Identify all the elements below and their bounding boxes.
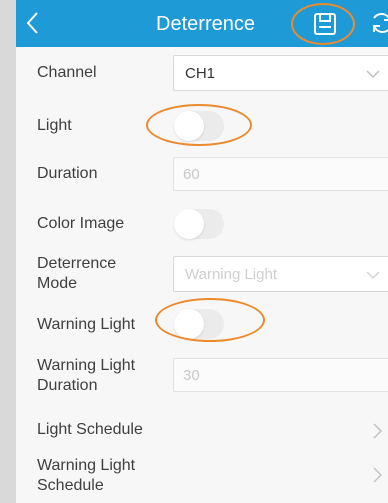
warning-light-schedule-label-line2: Schedule — [37, 477, 104, 494]
color-image-label: Color Image — [37, 215, 125, 232]
warning-light-duration-label-line2: Duration — [37, 377, 98, 394]
light-toggle[interactable] — [174, 111, 224, 141]
warning-light-duration-row: Warning Light Duration 30 — [16, 348, 388, 402]
light-label: Light — [37, 117, 72, 134]
duration-input[interactable]: 60 — [173, 157, 388, 191]
deterrence-mode-label-line2: Mode — [37, 275, 78, 292]
refresh-button[interactable] — [368, 9, 388, 37]
deterrence-mode-row: Deterrence Mode Warning Light — [16, 246, 388, 300]
warning-light-duration-placeholder: 30 — [183, 367, 200, 384]
light-schedule-row[interactable]: Light Schedule — [16, 402, 388, 448]
duration-row: Duration 60 — [16, 150, 388, 200]
chevron-down-icon — [366, 271, 380, 280]
save-button[interactable] — [313, 12, 337, 36]
light-schedule-label: Light Schedule — [37, 421, 143, 438]
color-image-toggle[interactable] — [174, 209, 224, 239]
toggle-knob — [174, 309, 204, 339]
warning-light-duration-label-line1: Warning Light — [37, 357, 136, 374]
deterrence-mode-placeholder: Warning Light — [185, 266, 277, 283]
deterrence-mode-select[interactable]: Warning Light — [173, 256, 388, 292]
phone-screen: Deterrence Channel CH1 Light Duration 60… — [16, 0, 388, 503]
app-header: Deterrence — [16, 0, 388, 47]
light-row: Light — [16, 102, 388, 150]
save-icon — [314, 13, 336, 35]
color-image-row: Color Image — [16, 200, 388, 246]
refresh-icon — [373, 13, 388, 33]
warning-light-duration-label: Warning Light Duration — [37, 356, 135, 396]
deterrence-mode-label-line1: Deterrence — [37, 255, 117, 272]
warning-light-toggle[interactable] — [174, 309, 224, 339]
duration-label: Duration — [37, 165, 98, 182]
warning-light-row: Warning Light — [16, 300, 388, 348]
deterrence-mode-label: Deterrence Mode — [37, 254, 116, 294]
channel-select[interactable]: CH1 — [173, 55, 388, 91]
chevron-right-icon — [373, 423, 383, 439]
toggle-knob — [174, 209, 204, 239]
warning-light-label: Warning Light — [37, 316, 136, 333]
chevron-down-icon — [366, 70, 380, 79]
warning-light-schedule-row[interactable]: Warning Light Schedule — [16, 448, 388, 503]
warning-light-schedule-label: Warning Light Schedule — [37, 456, 135, 496]
warning-light-duration-input[interactable]: 30 — [173, 358, 388, 392]
channel-row: Channel CH1 — [16, 47, 388, 102]
duration-placeholder: 60 — [183, 166, 200, 183]
toggle-knob — [174, 111, 204, 141]
warning-light-schedule-label-line1: Warning Light — [37, 457, 136, 474]
channel-value: CH1 — [185, 65, 216, 82]
channel-label: Channel — [37, 64, 97, 81]
chevron-right-icon — [373, 467, 383, 483]
